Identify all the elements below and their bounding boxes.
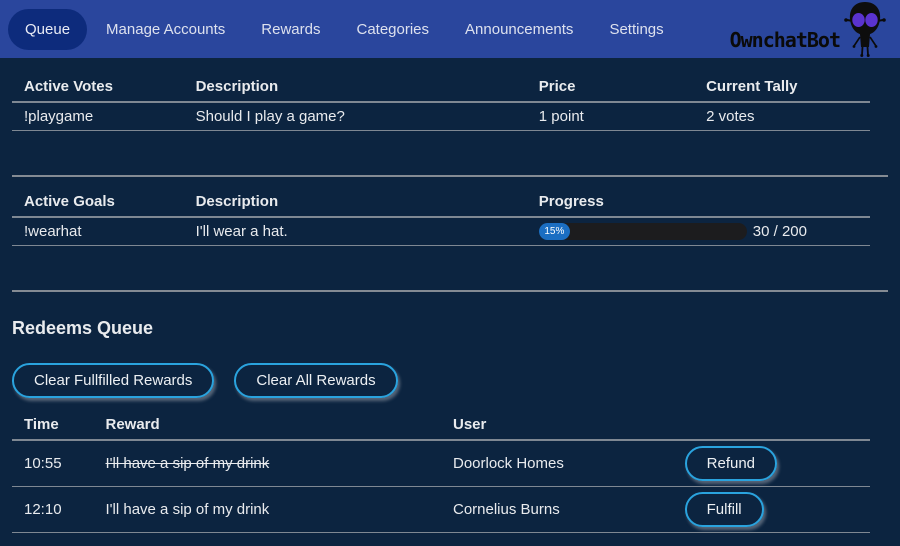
tab-manage-accounts[interactable]: Manage Accounts bbox=[89, 9, 242, 50]
section-divider bbox=[12, 290, 888, 292]
table-row: 10:55 I'll have a sip of my drink Doorlo… bbox=[12, 440, 870, 487]
table-row: !wearhat I'll wear a hat. 15% 30 / 200 bbox=[12, 217, 870, 246]
vote-tally: 2 votes bbox=[694, 102, 870, 131]
redeem-action-cell: Fulfill bbox=[673, 487, 870, 533]
tab-categories[interactable]: Categories bbox=[339, 9, 446, 50]
vote-price: 1 point bbox=[527, 102, 694, 131]
goal-command: !wearhat bbox=[12, 217, 184, 246]
page-title: Redeems Queue bbox=[12, 318, 888, 339]
vote-command: !playgame bbox=[12, 102, 184, 131]
redeem-reward: I'll have a sip of my drink bbox=[94, 487, 441, 533]
goals-header-progress: Progress bbox=[527, 187, 870, 217]
redeems-queue-table: Time Reward User 10:55 I'll have a sip o… bbox=[12, 410, 870, 533]
goal-description: I'll wear a hat. bbox=[184, 217, 527, 246]
redeems-actions: Clear Fullfilled Rewards Clear All Rewar… bbox=[12, 363, 888, 398]
votes-header-tally: Current Tally bbox=[694, 72, 870, 102]
progress-bar-fill: 15% bbox=[539, 223, 570, 240]
votes-header-price: Price bbox=[527, 72, 694, 102]
redeem-time: 10:55 bbox=[12, 440, 94, 487]
clear-all-rewards-button[interactable]: Clear All Rewards bbox=[234, 363, 397, 398]
table-row: !playgame Should I play a game? 1 point … bbox=[12, 102, 870, 131]
redeems-header-user: User bbox=[441, 410, 673, 440]
vote-description: Should I play a game? bbox=[184, 102, 527, 131]
redeem-action-cell: Refund bbox=[673, 440, 870, 487]
goals-header-description: Description bbox=[184, 187, 527, 217]
active-goals-table: Active Goals Description Progress !wearh… bbox=[12, 187, 870, 246]
redeem-user: Cornelius Burns bbox=[441, 487, 673, 533]
tab-settings[interactable]: Settings bbox=[592, 9, 680, 50]
active-votes-table: Active Votes Description Price Current T… bbox=[12, 72, 870, 131]
progress-bar: 15% bbox=[539, 223, 747, 240]
clear-fulfilled-rewards-button[interactable]: Clear Fullfilled Rewards bbox=[12, 363, 214, 398]
fulfill-button[interactable]: Fulfill bbox=[685, 492, 764, 527]
brand-logo-text: OwnchatBot bbox=[730, 28, 840, 58]
redeems-header-action bbox=[673, 410, 870, 440]
navbar: Queue Manage Accounts Rewards Categories… bbox=[0, 0, 900, 58]
goals-header-command: Active Goals bbox=[12, 187, 184, 217]
refund-button[interactable]: Refund bbox=[685, 446, 777, 481]
tab-queue[interactable]: Queue bbox=[8, 9, 87, 50]
progress-label: 30 / 200 bbox=[753, 223, 807, 240]
redeem-time: 12:10 bbox=[12, 487, 94, 533]
votes-header-description: Description bbox=[184, 72, 527, 102]
redeems-header-reward: Reward bbox=[94, 410, 441, 440]
votes-header-command: Active Votes bbox=[12, 72, 184, 102]
table-row: 12:10 I'll have a sip of my drink Cornel… bbox=[12, 487, 870, 533]
redeem-reward: I'll have a sip of my drink bbox=[94, 440, 441, 487]
redeem-user: Doorlock Homes bbox=[441, 440, 673, 487]
main-content: Active Votes Description Price Current T… bbox=[0, 72, 900, 533]
robot-mascot-icon bbox=[840, 0, 890, 58]
redeems-header-time: Time bbox=[12, 410, 94, 440]
goal-progress-cell: 15% 30 / 200 bbox=[527, 217, 870, 246]
tab-announcements[interactable]: Announcements bbox=[448, 9, 590, 50]
section-divider bbox=[12, 175, 888, 177]
tab-rewards[interactable]: Rewards bbox=[244, 9, 337, 50]
brand-logo[interactable]: OwnchatBot bbox=[730, 0, 890, 58]
